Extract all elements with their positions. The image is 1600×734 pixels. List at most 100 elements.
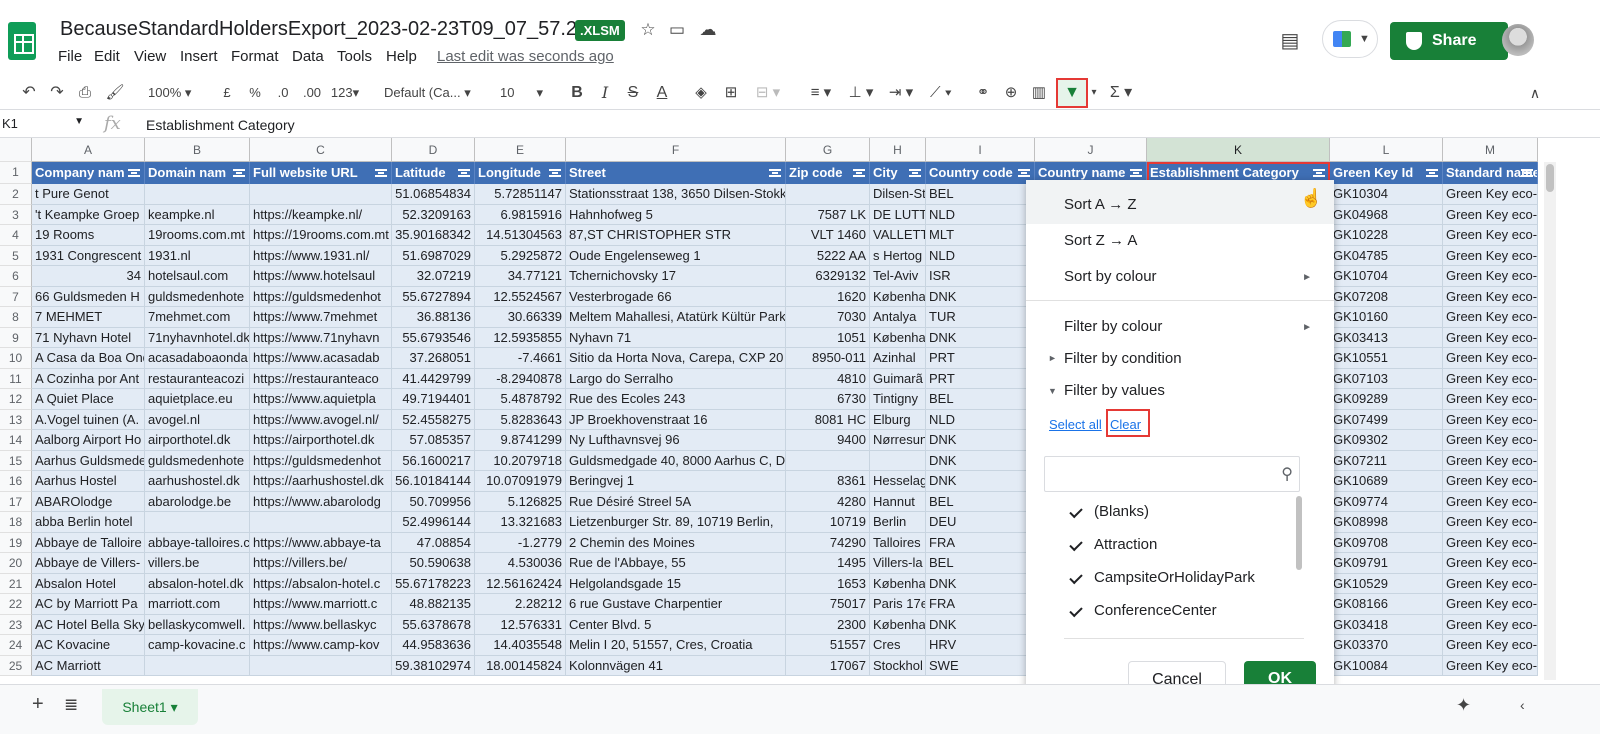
- checkmark-icon[interactable]: [1069, 570, 1083, 585]
- column-header-f[interactable]: F: [566, 138, 786, 162]
- increase-decimal-button[interactable]: .00: [298, 82, 326, 104]
- table-cell[interactable]: Melin I 20, 51557, Cres, Croatia: [566, 635, 786, 656]
- table-cell[interactable]: Vesterbrogade 66: [566, 286, 786, 307]
- table-cell[interactable]: 12.5935855: [475, 327, 566, 348]
- table-cell[interactable]: Green Key eco-: [1443, 327, 1538, 348]
- table-cell[interactable]: Green Key eco-: [1443, 471, 1538, 492]
- table-cell[interactable]: https://www.abarolodg: [250, 491, 392, 512]
- table-cell[interactable]: https://restauranteaco: [250, 368, 392, 389]
- table-cell[interactable]: 34: [32, 266, 145, 287]
- column-header-e[interactable]: E: [475, 138, 566, 162]
- table-cell[interactable]: Stationsstraat 138, 3650 Dilsen-Stokkem,…: [566, 184, 786, 205]
- filter-toggle-icon[interactable]: [128, 169, 140, 177]
- table-cell[interactable]: 51.6987029: [392, 245, 475, 266]
- table-cell[interactable]: 75017: [786, 594, 870, 615]
- row-header[interactable]: 25: [0, 655, 32, 676]
- bold-button[interactable]: B: [566, 82, 588, 104]
- insert-link-icon[interactable]: ⚭: [972, 82, 994, 104]
- table-cell[interactable]: https://www.71nyhavn: [250, 327, 392, 348]
- table-cell[interactable]: 1495: [786, 553, 870, 574]
- table-cell[interactable]: Tintigny: [870, 389, 926, 410]
- table-cell[interactable]: 10719: [786, 512, 870, 533]
- table-cell[interactable]: Green Key eco-: [1443, 348, 1538, 369]
- table-cell[interactable]: ISR: [926, 266, 1035, 287]
- column-header-b[interactable]: B: [145, 138, 250, 162]
- table-cell[interactable]: 10.2079718: [475, 450, 566, 471]
- table-cell[interactable]: https://www.marriott.c: [250, 594, 392, 615]
- table-cell[interactable]: Guldsmedgade 40, 8000 Aarhus C, Danmark: [566, 450, 786, 471]
- table-cell[interactable]: 30.66339: [475, 307, 566, 328]
- row-header[interactable]: 5: [0, 245, 32, 266]
- menu-format[interactable]: Format: [231, 48, 279, 65]
- table-cell[interactable]: GK07211: [1330, 450, 1443, 471]
- header-cell[interactable]: City: [870, 162, 926, 184]
- table-cell[interactable]: VLT 1460: [786, 225, 870, 246]
- table-cell[interactable]: GK10304: [1330, 184, 1443, 205]
- table-cell[interactable]: GK09774: [1330, 491, 1443, 512]
- table-cell[interactable]: PRT: [926, 348, 1035, 369]
- value-option[interactable]: CampsiteOrHolidayPark: [1094, 569, 1255, 586]
- table-cell[interactable]: Abbaye de Talloire: [32, 532, 145, 553]
- table-cell[interactable]: t Pure Genot: [32, 184, 145, 205]
- table-cell[interactable]: [870, 450, 926, 471]
- table-cell[interactable]: NLD: [926, 204, 1035, 225]
- table-cell[interactable]: Nyhavn 71: [566, 327, 786, 348]
- row-header[interactable]: 9: [0, 327, 32, 348]
- table-cell[interactable]: A.Vogel tuinen (A.: [32, 409, 145, 430]
- table-cell[interactable]: 5.72851147: [475, 184, 566, 205]
- table-cell[interactable]: GK09791: [1330, 553, 1443, 574]
- table-cell[interactable]: Green Key eco-: [1443, 430, 1538, 451]
- table-cell[interactable]: Green Key eco-: [1443, 409, 1538, 430]
- table-cell[interactable]: 55.67178223: [392, 573, 475, 594]
- table-cell[interactable]: Sitio da Horta Nova, Carepa, CXP 20: [566, 348, 786, 369]
- table-cell[interactable]: Dilsen-St: [870, 184, 926, 205]
- table-cell[interactable]: marriott.com: [145, 594, 250, 615]
- table-cell[interactable]: 55.6727894: [392, 286, 475, 307]
- column-header-l[interactable]: L: [1330, 138, 1443, 162]
- filter-toggle-icon[interactable]: [458, 169, 470, 177]
- table-cell[interactable]: Azinhal: [870, 348, 926, 369]
- italic-button[interactable]: I: [594, 82, 616, 104]
- table-cell[interactable]: Green Key eco-: [1443, 573, 1538, 594]
- table-cell[interactable]: 66 Guldsmeden H: [32, 286, 145, 307]
- table-cell[interactable]: Green Key eco-: [1443, 368, 1538, 389]
- table-cell[interactable]: 6 rue Gustave Charpentier: [566, 594, 786, 615]
- table-cell[interactable]: 87,ST CHRISTOPHER STR: [566, 225, 786, 246]
- table-cell[interactable]: JP Broekhovenstraat 16: [566, 409, 786, 430]
- table-cell[interactable]: 9400: [786, 430, 870, 451]
- row-header[interactable]: 16: [0, 471, 32, 492]
- row-header[interactable]: 12: [0, 389, 32, 410]
- value-option[interactable]: ConferenceCenter: [1094, 602, 1217, 619]
- cloud-status-icon[interactable]: ☁: [696, 20, 720, 40]
- table-cell[interactable]: DNK: [926, 286, 1035, 307]
- header-cell[interactable]: Country code: [926, 162, 1035, 184]
- table-cell[interactable]: PRT: [926, 368, 1035, 389]
- table-cell[interactable]: 52.4558275: [392, 409, 475, 430]
- table-cell[interactable]: https://www.bellaskyc: [250, 614, 392, 635]
- header-cell[interactable]: Domain nam: [145, 162, 250, 184]
- filter-toggle-icon[interactable]: [769, 169, 781, 177]
- header-cell[interactable]: Latitude: [392, 162, 475, 184]
- table-cell[interactable]: https://www.acasadab: [250, 348, 392, 369]
- font-size-select[interactable]: 10 ▾: [492, 82, 554, 104]
- menu-edit[interactable]: Edit: [94, 48, 120, 65]
- merge-cells-icon[interactable]: ⊟ ▾: [750, 82, 786, 104]
- table-cell[interactable]: 59.38102974: [392, 655, 475, 676]
- print-icon[interactable]: ⎙: [74, 82, 96, 104]
- table-cell[interactable]: https://absalon-hotel.c: [250, 573, 392, 594]
- table-cell[interactable]: AC Hotel Bella Sky: [32, 614, 145, 635]
- column-header-j[interactable]: J: [1035, 138, 1147, 162]
- table-cell[interactable]: Largo do Serralho: [566, 368, 786, 389]
- table-cell[interactable]: [250, 184, 392, 205]
- table-cell[interactable]: 7mehmet.com: [145, 307, 250, 328]
- table-cell[interactable]: 19rooms.com.mt: [145, 225, 250, 246]
- table-cell[interactable]: [145, 512, 250, 533]
- table-cell[interactable]: acasadaboaonda: [145, 348, 250, 369]
- table-cell[interactable]: Aarhus Hostel: [32, 471, 145, 492]
- table-cell[interactable]: GK09302: [1330, 430, 1443, 451]
- table-cell[interactable]: NLD: [926, 409, 1035, 430]
- table-cell[interactable]: A Casa da Boa Onda: [32, 348, 145, 369]
- filter-by-colour-item[interactable]: Filter by colour: [1064, 318, 1162, 335]
- row-header[interactable]: 2: [0, 184, 32, 205]
- table-cell[interactable]: 8361: [786, 471, 870, 492]
